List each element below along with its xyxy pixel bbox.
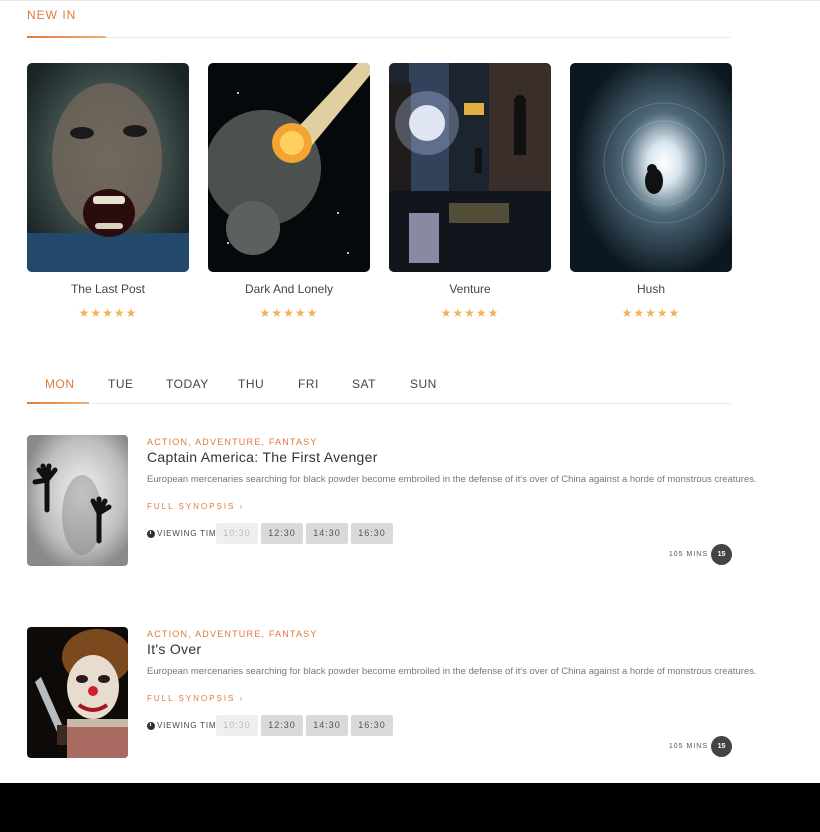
show-synopsis: European mercenaries searching for black…: [147, 474, 757, 485]
rating-stars: ★★★★★: [78, 306, 138, 320]
show-thumbnail[interactable]: [27, 435, 128, 566]
clock-icon: [147, 529, 155, 538]
movie-card[interactable]: Venture ★★★★★: [389, 63, 551, 320]
showtime-button[interactable]: 14:30: [306, 715, 348, 736]
show-title[interactable]: It's Over: [147, 641, 201, 657]
showtime-button[interactable]: 16:30: [351, 523, 393, 544]
showtime-item: ACTION, ADVENTURE, FANTASY Captain Ameri…: [27, 435, 757, 570]
showtime-button[interactable]: 10:30: [216, 523, 258, 544]
tab-tue[interactable]: TUE: [108, 377, 134, 391]
movie-card[interactable]: Dark And Lonely ★★★★★: [208, 63, 370, 320]
movie-title[interactable]: Dark And Lonely: [208, 282, 370, 298]
duration-text: 105 MINS: [668, 743, 708, 750]
show-genres: ACTION, ADVENTURE, FANTASY: [147, 437, 318, 447]
tab-thu[interactable]: THU: [238, 377, 264, 391]
full-synopsis-link[interactable]: FULL SYNOPSIS ›: [147, 502, 244, 511]
movie-poster[interactable]: [389, 63, 551, 272]
tab-mon[interactable]: MON: [45, 377, 75, 391]
show-genres: ACTION, ADVENTURE, FANTASY: [147, 629, 318, 639]
showtime-button[interactable]: 12:30: [261, 715, 303, 736]
rating-stars: ★★★★★: [259, 306, 319, 320]
movie-title[interactable]: Venture: [389, 282, 551, 298]
show-thumbnail[interactable]: [27, 627, 128, 758]
movie-card[interactable]: The Last Post ★★★★★: [27, 63, 189, 320]
movie-poster[interactable]: [208, 63, 370, 272]
full-synopsis-link[interactable]: FULL SYNOPSIS ›: [147, 694, 244, 703]
duration-text: 105 MINS: [668, 551, 708, 558]
tab-sun[interactable]: SUN: [410, 377, 437, 391]
tab-today[interactable]: TODAY: [166, 377, 209, 391]
showtime-item: ACTION, ADVENTURE, FANTASY It's Over Eur…: [27, 627, 757, 762]
showtime-button[interactable]: 14:30: [306, 523, 348, 544]
showtime-button[interactable]: 16:30: [351, 715, 393, 736]
age-rating-badge: 15: [711, 544, 732, 565]
showtime-button[interactable]: 10:30: [216, 715, 258, 736]
day-tabs: MON TUE TODAY THU FRI SAT SUN: [27, 363, 731, 404]
tab-fri[interactable]: FRI: [298, 377, 319, 391]
show-synopsis: European mercenaries searching for black…: [147, 666, 757, 677]
page: NEW IN The Last Post ★★★★★ Dark And Lone…: [0, 0, 820, 783]
movie-title[interactable]: Hush: [570, 282, 732, 298]
movie-poster[interactable]: [570, 63, 732, 272]
showtimes: 10:30 12:30 14:30 16:30: [216, 523, 393, 544]
movie-card[interactable]: Hush ★★★★★: [570, 63, 732, 320]
new-in-header: NEW IN: [27, 1, 731, 38]
active-tab-underline: [27, 402, 89, 404]
tab-sat[interactable]: SAT: [352, 377, 376, 391]
age-rating-badge: 15: [711, 736, 732, 757]
showtimes: 10:30 12:30 14:30 16:30: [216, 715, 393, 736]
rating-stars: ★★★★★: [440, 306, 500, 320]
show-title[interactable]: Captain America: The First Avenger: [147, 449, 378, 465]
rating-stars: ★★★★★: [621, 306, 681, 320]
movie-grid: The Last Post ★★★★★ Dark And Lonely ★★★★…: [27, 63, 732, 323]
movie-poster[interactable]: [27, 63, 189, 272]
showtime-button[interactable]: 12:30: [261, 523, 303, 544]
clock-icon: [147, 721, 155, 730]
section-underline: [27, 36, 106, 38]
section-title: NEW IN: [27, 8, 77, 22]
movie-title[interactable]: The Last Post: [27, 282, 189, 298]
